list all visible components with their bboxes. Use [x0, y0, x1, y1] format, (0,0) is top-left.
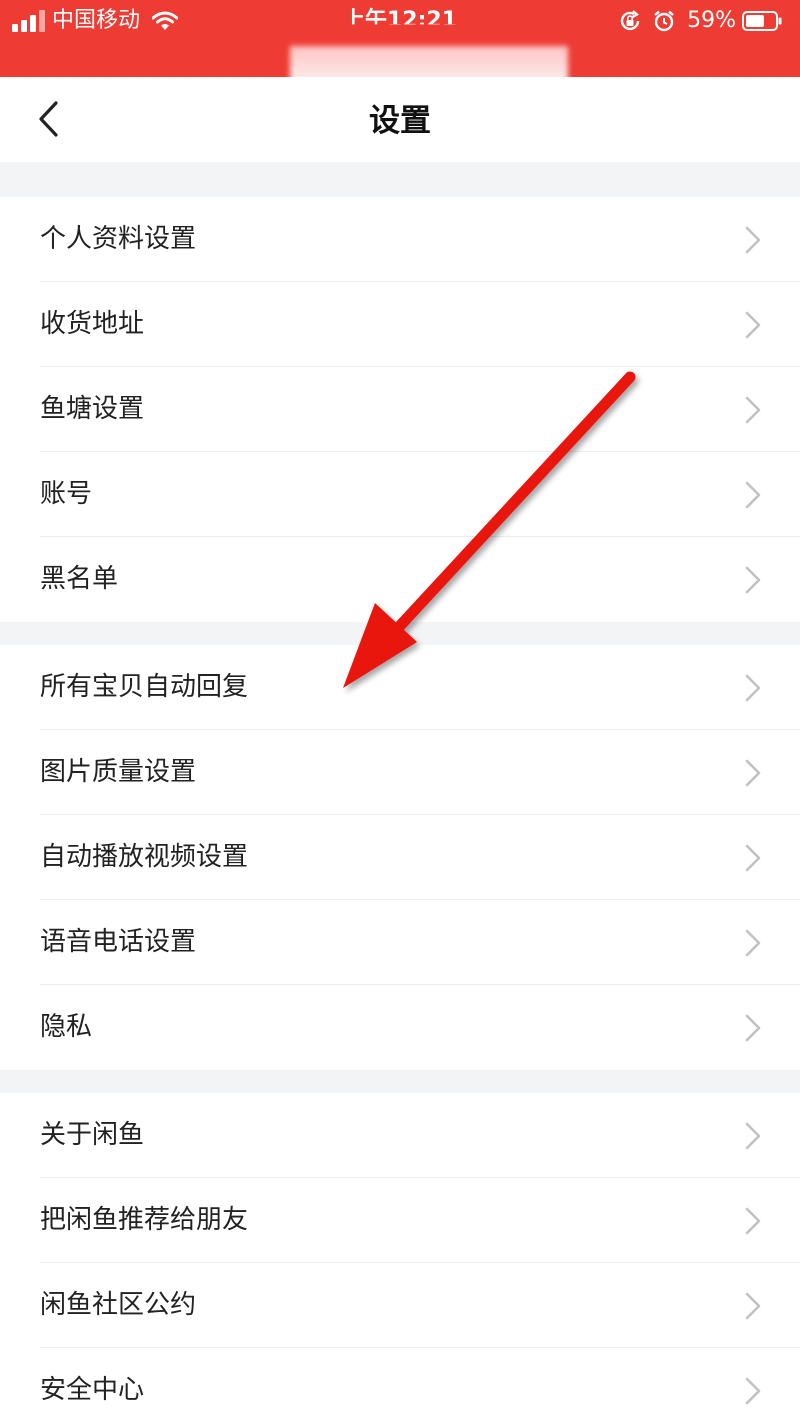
chevron-right-icon [745, 1014, 761, 1042]
settings-item-auto-reply[interactable]: 所有宝贝自动回复 [0, 645, 800, 730]
settings-item-privacy[interactable]: 隐私 [0, 985, 800, 1070]
settings-item-label: 语音电话设置 [40, 927, 197, 957]
nav-bar: 设置 [0, 77, 800, 162]
chevron-right-icon [745, 226, 761, 254]
settings-item-autoplay-video[interactable]: 自动播放视频设置 [0, 815, 800, 900]
settings-item-blacklist[interactable]: 黑名单 [0, 537, 800, 622]
settings-item-label: 关于闲鱼 [40, 1120, 145, 1150]
settings-item-recommend[interactable]: 把闲鱼推荐给朋友 [0, 1178, 800, 1263]
settings-item-account[interactable]: 账号 [0, 452, 800, 537]
chevron-right-icon [745, 844, 761, 872]
back-arrow-icon [39, 101, 58, 137]
battery-percent: 59% [687, 8, 736, 33]
chevron-right-icon [745, 929, 761, 957]
chevron-right-icon [745, 1292, 761, 1320]
settings-item-label: 所有宝贝自动回复 [40, 672, 249, 702]
settings-item-security-center[interactable]: 安全中心 [0, 1348, 800, 1422]
rotation-lock-icon [620, 10, 640, 31]
settings-item-community-rules[interactable]: 闲鱼社区公约 [0, 1263, 800, 1348]
settings-group-account: 个人资料设置 收货地址 鱼塘设置 账号 黑名单 [0, 197, 800, 622]
chevron-right-icon [745, 311, 761, 339]
chevron-right-icon [745, 481, 761, 509]
settings-item-shipping-address[interactable]: 收货地址 [0, 282, 800, 367]
chevron-right-icon [745, 1122, 761, 1150]
chevron-right-icon [745, 566, 761, 594]
settings-item-image-quality[interactable]: 图片质量设置 [0, 730, 800, 815]
page-title: 设置 [369, 103, 431, 139]
chevron-right-icon [745, 1377, 761, 1405]
back-button[interactable] [28, 99, 68, 139]
settings-item-fishpond[interactable]: 鱼塘设置 [0, 367, 800, 452]
settings-item-label: 把闲鱼推荐给朋友 [40, 1205, 249, 1235]
settings-item-about[interactable]: 关于闲鱼 [0, 1093, 800, 1178]
chevron-right-icon [745, 1207, 761, 1235]
settings-item-label: 隐私 [40, 1012, 93, 1042]
settings-item-label: 自动播放视频设置 [40, 842, 249, 872]
settings-group-preferences: 所有宝贝自动回复 图片质量设置 自动播放视频设置 语音电话设置 隐私 [0, 645, 800, 1070]
settings-item-label: 收货地址 [40, 309, 145, 339]
alarm-icon [654, 10, 674, 32]
settings-item-profile[interactable]: 个人资料设置 [0, 197, 800, 282]
settings-item-label: 鱼塘设置 [40, 394, 145, 424]
battery-icon [742, 11, 782, 31]
settings-item-label: 安全中心 [40, 1375, 145, 1405]
chevron-right-icon [745, 674, 761, 702]
chevron-right-icon [745, 759, 761, 787]
settings-item-voice-call[interactable]: 语音电话设置 [0, 900, 800, 985]
settings-item-label: 个人资料设置 [40, 224, 197, 254]
chevron-right-icon [745, 396, 761, 424]
settings-item-label: 账号 [40, 479, 93, 509]
settings-item-label: 黑名单 [40, 564, 119, 594]
settings-item-label: 图片质量设置 [40, 757, 197, 787]
status-right: 59% [619, 4, 782, 38]
settings-item-label: 闲鱼社区公约 [40, 1290, 197, 1320]
settings-group-about: 关于闲鱼 把闲鱼推荐给朋友 闲鱼社区公约 安全中心 [0, 1093, 800, 1422]
